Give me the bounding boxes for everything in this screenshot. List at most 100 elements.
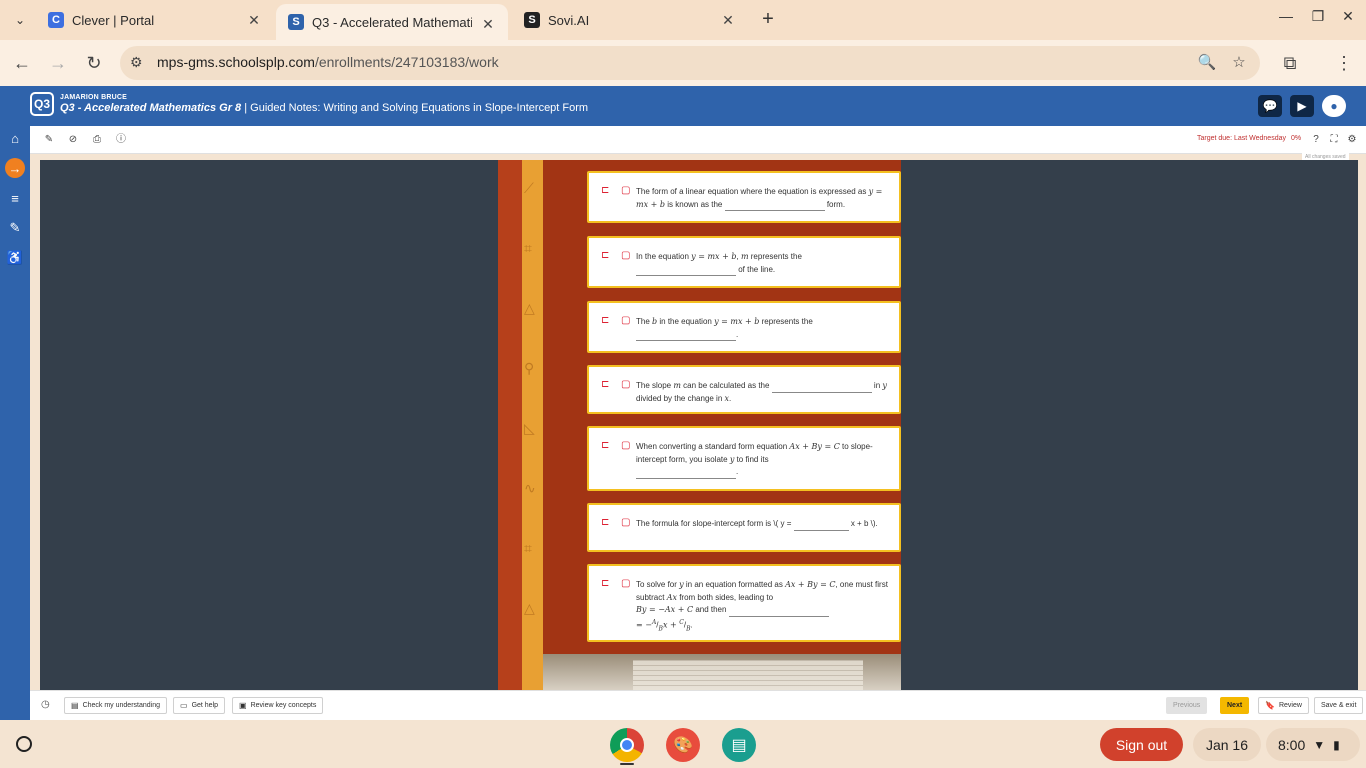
classroom-app-icon[interactable]: ▤ <box>722 728 756 762</box>
question-card: ⊏ ▢ The formula for slope-intercept form… <box>587 503 901 552</box>
tab-search-button[interactable]: ⌄ <box>8 8 32 32</box>
note-icon[interactable]: ▢ <box>621 517 630 528</box>
bookmark-icon[interactable]: ⊏ <box>601 315 609 326</box>
close-window-button[interactable]: ✕ <box>1338 8 1358 25</box>
question-card: ⊏ ▢ The form of a linear equation where … <box>587 171 901 223</box>
address-bar[interactable]: ⚙ mps-gms.schoolsplp.com/enrollments/247… <box>120 46 1260 80</box>
note-icon[interactable]: ▢ <box>621 250 630 261</box>
extensions-icon[interactable]: ⧉ <box>1279 52 1301 74</box>
bookmark-icon[interactable]: ⊏ <box>601 440 609 451</box>
answer-blank[interactable] <box>636 332 736 341</box>
save-exit-button[interactable]: Save & exit <box>1314 697 1364 714</box>
page-border-stripe <box>498 160 522 690</box>
bookmark-icon[interactable]: ⊏ <box>601 185 609 196</box>
left-rail: ⌂ → ≡ ✎ ♿ <box>0 126 30 720</box>
content-canvas: ⟋ ⌗ △ ⚲ ◺ ∿ ⌗ △ ⊏ ▢ The form of a linear… <box>40 160 1358 690</box>
status-tray[interactable]: 8:00 ▼ ▮ <box>1266 728 1360 761</box>
home-icon[interactable]: ⌂ <box>5 128 25 148</box>
launcher-icon[interactable] <box>16 736 32 752</box>
tab-title: Q3 - Accelerated Mathematics <box>312 14 472 30</box>
layers-icon[interactable]: ≡ <box>5 188 25 208</box>
note-icon[interactable]: ▢ <box>621 440 630 451</box>
question-card: ⊏ ▢ To solve for y in an equation format… <box>587 564 901 642</box>
account-icon[interactable]: ● <box>1322 95 1346 117</box>
ruler-doodle-icon: ⌗ <box>524 540 532 556</box>
sign-out-button[interactable]: Sign out <box>1100 728 1183 761</box>
reload-button[interactable]: ↻ <box>83 52 105 74</box>
tab-clever[interactable]: C Clever | Portal ✕ <box>40 0 274 40</box>
note-icon[interactable]: ▢ <box>621 578 630 589</box>
fullscreen-icon[interactable]: ⛶ <box>1327 133 1341 147</box>
bookmark-icon[interactable]: ⊏ <box>601 379 609 390</box>
notes-edit-icon[interactable]: ✎ <box>5 218 25 238</box>
tab-q3-math[interactable]: S Q3 - Accelerated Mathematics ✕ <box>276 4 508 40</box>
new-tab-button[interactable]: + <box>758 8 778 31</box>
next-button[interactable]: Next <box>1220 697 1250 714</box>
question-text: To solve for y in an equation formatted … <box>636 580 888 632</box>
minimize-button[interactable]: — <box>1276 8 1296 24</box>
bookmark-icon: 🔖 <box>1265 701 1275 710</box>
paint-app-icon[interactable]: 🎨 <box>666 728 700 762</box>
date-display[interactable]: Jan 16 <box>1193 728 1261 761</box>
question-card: ⊏ ▢ The b in the equation y = mx + b rep… <box>587 301 901 353</box>
schoolsplp-favicon-icon: S <box>288 14 304 30</box>
restore-button[interactable]: ❐ <box>1308 8 1328 25</box>
url-text[interactable]: mps-gms.schoolsplp.com/enrollments/24710… <box>157 54 499 70</box>
answer-blank[interactable] <box>793 522 849 531</box>
answer-blank[interactable] <box>724 202 825 211</box>
review-button[interactable]: 🔖 Review <box>1258 697 1309 714</box>
bookmark-icon[interactable]: ⊏ <box>601 578 609 589</box>
video-icon[interactable]: ▶ <box>1290 95 1314 117</box>
answer-blank[interactable] <box>771 384 872 393</box>
note-icon[interactable]: ▢ <box>621 315 630 326</box>
close-icon[interactable]: ✕ <box>246 12 262 29</box>
app-logo: Q3 <box>30 92 54 116</box>
triangle-doodle-icon: ◺ <box>524 420 535 436</box>
clock-icon[interactable]: ◷ <box>41 699 50 710</box>
briefcase-icon: ▣ <box>239 701 247 710</box>
help-icon[interactable]: ? <box>1309 133 1323 147</box>
previous-button[interactable]: Previous <box>1166 697 1208 714</box>
answer-blank[interactable] <box>636 470 736 479</box>
question-text: The form of a linear equation where the … <box>636 186 896 211</box>
settings-gear-icon[interactable]: ⚙ <box>1345 133 1359 147</box>
forward-button[interactable]: → <box>47 52 69 74</box>
question-card: ⊏ ▢ The slope m can be calculated as the… <box>587 365 901 414</box>
active-app-indicator <box>620 763 634 765</box>
wave-doodle-icon: ∿ <box>524 480 536 496</box>
bookmark-icon[interactable]: ⊏ <box>601 250 609 261</box>
bookmark-icon[interactable]: ⊏ <box>601 517 609 528</box>
question-card: ⊏ ▢ In the equation y = mx + b, m repres… <box>587 236 901 288</box>
browser-menu-icon[interactable]: ⋮ <box>1333 52 1355 74</box>
tab-title: Sovi.AI <box>548 12 590 28</box>
close-icon[interactable]: ✕ <box>720 12 736 29</box>
answer-blank[interactable] <box>728 608 829 617</box>
site-settings-icon[interactable]: ⚙ <box>130 54 143 71</box>
answer-blank[interactable] <box>636 267 736 276</box>
eraser-icon[interactable]: ⊘ <box>66 133 80 147</box>
question-text: In the equation y = mx + b, m represents… <box>636 251 896 276</box>
info-icon[interactable]: ⓘ <box>114 133 128 147</box>
next-activity-icon[interactable]: → <box>5 158 25 178</box>
review-key-concepts-button[interactable]: ▣ Review key concepts <box>232 697 324 714</box>
notebook-photo <box>543 654 901 690</box>
sovi-favicon-icon: S <box>524 12 540 28</box>
chrome-app-icon[interactable] <box>610 728 644 762</box>
back-button[interactable]: ← <box>11 52 33 74</box>
app-header: Q3 JAMARION BRUCE Q3 - Accelerated Mathe… <box>0 86 1366 126</box>
note-icon[interactable]: ▢ <box>621 379 630 390</box>
print-icon[interactable]: ⎙ <box>90 133 104 147</box>
ruler-doodle-icon: ⟋ <box>524 180 534 196</box>
accessibility-icon[interactable]: ♿ <box>5 248 25 268</box>
close-icon[interactable]: ✕ <box>480 16 496 33</box>
tab-sovi[interactable]: S Sovi.AI ✕ <box>512 0 748 40</box>
bookmark-star-icon[interactable]: ☆ <box>1229 53 1249 71</box>
chat-icon[interactable]: 💬 <box>1258 95 1282 117</box>
notebook-lines <box>633 660 863 690</box>
pencil-icon[interactable]: ✎ <box>42 133 56 147</box>
get-help-button[interactable]: ▭ Get help <box>173 697 226 714</box>
zoom-icon[interactable]: 🔍 <box>1197 53 1217 71</box>
note-icon[interactable]: ▢ <box>621 185 630 196</box>
check-understanding-button[interactable]: ▤ Check my understanding <box>64 697 167 714</box>
question-text: The b in the equation y = mx + b represe… <box>636 316 896 341</box>
